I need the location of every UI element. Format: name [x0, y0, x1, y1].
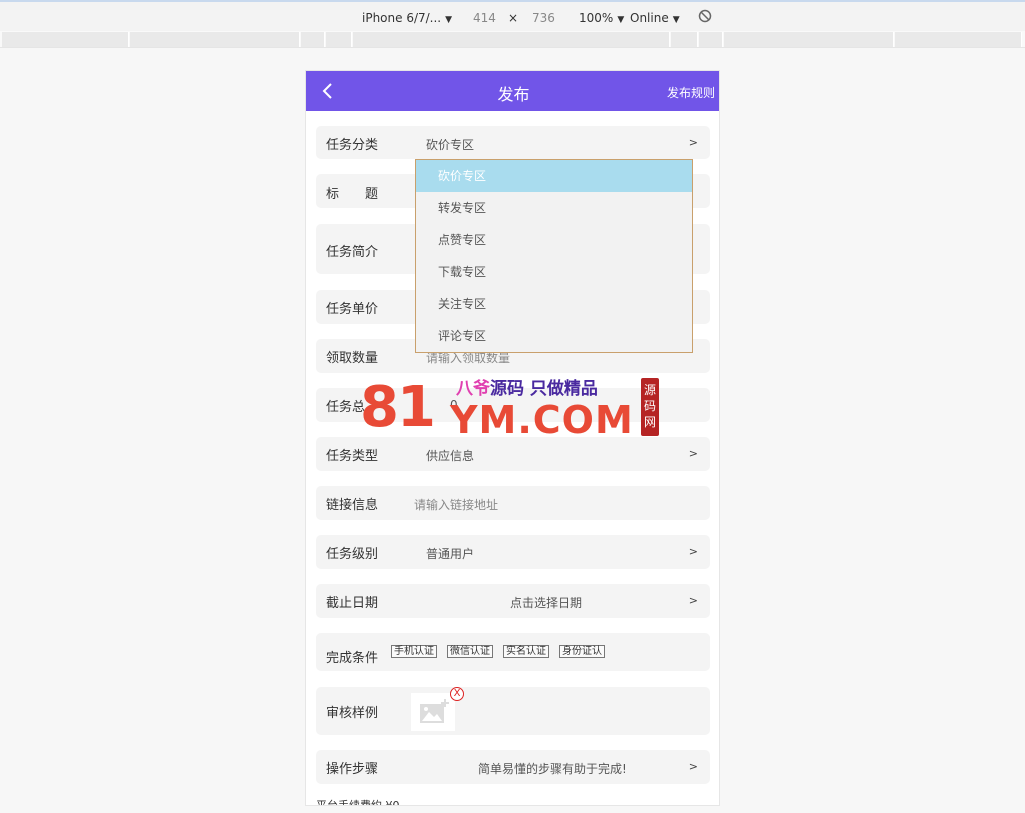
link-row[interactable]: 链接信息 请输入链接地址: [316, 486, 710, 520]
unit-price-label: 任务单价: [326, 302, 379, 317]
steps-label: 操作步骤: [326, 762, 379, 777]
ruler-segment[interactable]: [326, 32, 352, 47]
chevron-right-icon: >: [688, 760, 698, 773]
device-select[interactable]: iPhone 6/7/... ▼: [362, 11, 452, 25]
sample-row: 审核样例 X: [316, 687, 710, 735]
platform-fee-text: 平台手续费约 ¥0: [316, 799, 400, 806]
dropdown-option[interactable]: 点赞专区: [416, 224, 692, 256]
category-dropdown: 砍价专区 转发专区 点赞专区 下载专区 关注专区 评论专区: [415, 159, 693, 353]
zoom-select[interactable]: 100% ▼: [579, 11, 624, 25]
watermark-digits: 81: [360, 375, 436, 440]
device-select-label: iPhone 6/7/...: [362, 11, 442, 25]
chevron-down-icon: ▼: [617, 15, 625, 25]
ruler-segment[interactable]: [130, 32, 300, 47]
conditions-row: 完成条件 手机认证 微信认证 实名认证 身份证认: [316, 633, 710, 671]
add-image-icon: [420, 699, 449, 723]
watermark-logo: 81 YM.COM 八爷源码 只做精品 源码网: [360, 376, 665, 446]
rotate-disabled-icon[interactable]: [698, 9, 712, 26]
watermark-slogan: 八爷源码 只做精品: [456, 378, 598, 400]
steps-row[interactable]: 操作步骤 简单易懂的步骤有助于完成! >: [316, 750, 710, 784]
zoom-select-label: 100%: [579, 11, 614, 25]
sample-label: 审核样例: [326, 706, 379, 721]
upload-image-button[interactable]: [411, 693, 455, 731]
condition-tag-realname[interactable]: 实名认证: [503, 645, 549, 658]
media-query-ruler: [0, 31, 1025, 48]
category-row[interactable]: 任务分类 砍价专区 >: [316, 126, 710, 159]
chevron-right-icon: >: [688, 136, 698, 149]
condition-tag-wechat[interactable]: 微信认证: [447, 645, 493, 658]
ruler-segment[interactable]: [301, 32, 325, 47]
viewport-width-input[interactable]: 414: [473, 11, 496, 25]
link-input[interactable]: 请输入链接地址: [414, 496, 498, 513]
intro-label: 任务简介: [326, 245, 379, 260]
watermark-domain: YM.COM: [450, 398, 634, 442]
steps-value: 简单易懂的步骤有助于完成!: [478, 762, 627, 776]
device-toolbar: iPhone 6/7/... ▼ 414 × 736 100% ▼ Online ▼: [0, 0, 1025, 31]
ruler-segment[interactable]: [2, 32, 129, 47]
dropdown-option[interactable]: 评论专区: [416, 320, 692, 352]
remove-image-button[interactable]: X: [450, 687, 464, 701]
conditions-label: 完成条件: [326, 651, 379, 666]
watermark-slogan-a: 八爷: [456, 379, 490, 399]
deadline-picker[interactable]: 点击选择日期: [510, 594, 582, 611]
deadline-row[interactable]: 截止日期 点击选择日期 >: [316, 584, 710, 618]
chevron-right-icon: >: [688, 447, 698, 460]
dropdown-option[interactable]: 关注专区: [416, 288, 692, 320]
level-row[interactable]: 任务级别 普通用户 >: [316, 535, 710, 569]
watermark-slogan-b: 源码 只做精品: [490, 379, 598, 399]
task-type-value: 供应信息: [426, 449, 475, 463]
dropdown-option[interactable]: 转发专区: [416, 192, 692, 224]
ruler-segment[interactable]: [895, 32, 1022, 47]
page-title: 发布: [497, 85, 530, 104]
chevron-right-icon: >: [688, 545, 698, 558]
watermark-seal: 源码网: [641, 378, 659, 436]
chevron-right-icon: >: [688, 594, 698, 607]
link-label: 链接信息: [326, 498, 379, 513]
viewport-height-input[interactable]: 736: [532, 11, 555, 25]
network-throttle-select[interactable]: Online ▼: [630, 11, 680, 25]
category-value: 砍价专区: [426, 138, 475, 152]
ruler-segment[interactable]: [724, 32, 894, 47]
dropdown-option[interactable]: 砍价专区: [416, 160, 692, 192]
category-label: 任务分类: [326, 138, 379, 153]
deadline-label: 截止日期: [326, 596, 379, 611]
quantity-label: 领取数量: [326, 351, 379, 366]
publish-rules-link[interactable]: 发布规则: [667, 84, 715, 101]
task-type-label: 任务类型: [326, 449, 379, 464]
chevron-down-icon: ▼: [672, 15, 680, 25]
title-label: 标 题: [326, 187, 379, 202]
network-select-label: Online: [630, 11, 669, 25]
chevron-down-icon: ▼: [445, 15, 453, 25]
level-label: 任务级别: [326, 547, 379, 562]
dimension-separator: ×: [508, 11, 519, 25]
condition-tag-phone[interactable]: 手机认证: [391, 645, 437, 658]
ruler-segment[interactable]: [699, 32, 723, 47]
ruler-segment[interactable]: [671, 32, 698, 47]
condition-tag-idcard[interactable]: 身份证认: [559, 645, 605, 658]
app-header: 发布 发布规则: [306, 71, 719, 111]
dropdown-option[interactable]: 下载专区: [416, 256, 692, 288]
ruler-segment[interactable]: [353, 32, 670, 47]
level-value: 普通用户: [426, 547, 475, 561]
